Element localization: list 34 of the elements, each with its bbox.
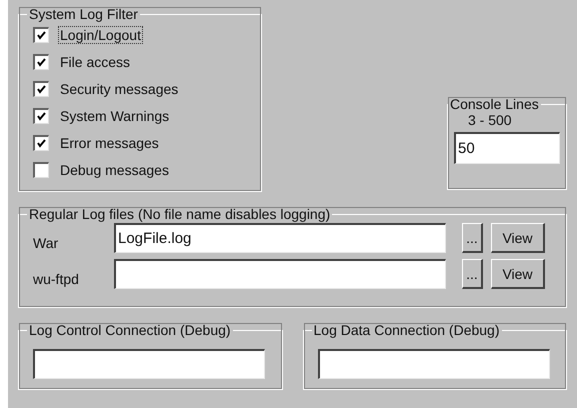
group-title: Console Lines xyxy=(449,96,540,112)
input-field[interactable] xyxy=(33,348,265,378)
input-field[interactable] xyxy=(318,348,550,378)
checkbox-label[interactable]: Error messages xyxy=(58,134,161,152)
check-icon xyxy=(35,136,48,150)
view-button[interactable]: View xyxy=(491,259,545,289)
group-title: System Log Filter xyxy=(28,6,139,22)
input-field[interactable] xyxy=(114,259,446,289)
checkbox[interactable] xyxy=(33,108,49,124)
checkbox-label[interactable]: Login/Logout xyxy=(58,26,143,44)
checkbox[interactable] xyxy=(33,54,49,70)
group-title: Regular Log files (No file name disables logging) xyxy=(28,206,332,222)
checkbox-label[interactable]: System Warnings xyxy=(58,106,172,124)
checkbox-label[interactable]: Debug messages xyxy=(58,160,171,178)
browse-button[interactable]: ... xyxy=(462,259,483,289)
checkbox[interactable] xyxy=(33,80,49,96)
check-icon xyxy=(35,110,48,122)
group-title: Log Control Connection (Debug) xyxy=(28,322,232,338)
checkbox-label[interactable]: Security messages xyxy=(58,80,180,98)
checkbox[interactable] xyxy=(33,26,49,42)
input-field[interactable]: LogFile.log xyxy=(114,223,446,253)
range-hint: 3 - 500 xyxy=(468,112,512,128)
check-icon xyxy=(35,28,48,42)
view-button[interactable]: View xyxy=(491,223,545,253)
checkbox[interactable] xyxy=(33,134,49,150)
check-icon xyxy=(35,82,48,96)
group-title: Log Data Connection (Debug) xyxy=(312,322,501,338)
checkbox[interactable] xyxy=(33,162,49,178)
checkbox-label[interactable]: File access xyxy=(58,52,132,70)
field-label: War xyxy=(33,235,60,251)
input-field[interactable]: 50 xyxy=(454,132,560,164)
browse-button[interactable]: ... xyxy=(462,223,483,253)
check-icon xyxy=(35,56,48,68)
field-label: wu-ftpd xyxy=(33,271,80,287)
